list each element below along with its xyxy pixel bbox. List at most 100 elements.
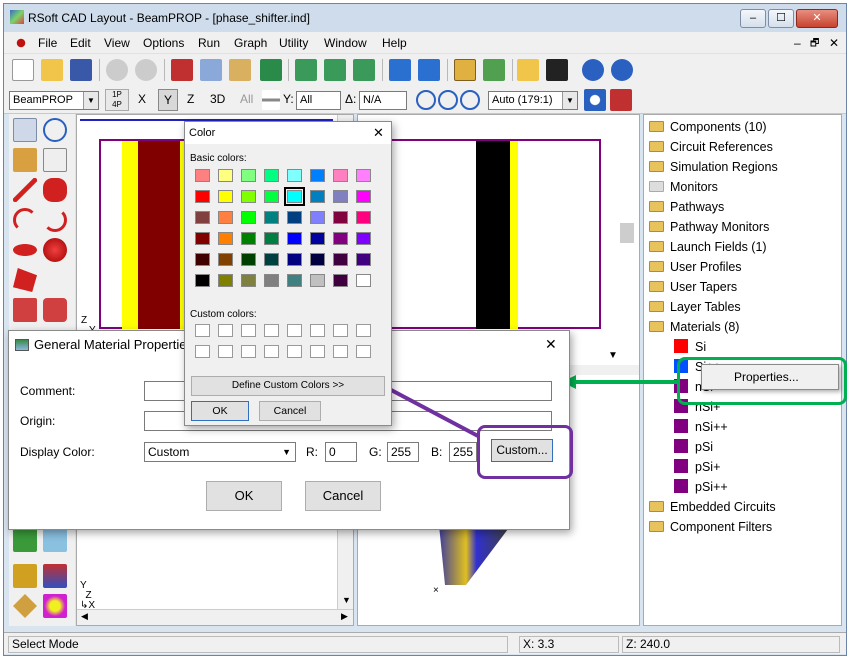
view-x-button[interactable]: X [138,92,146,106]
align-icon[interactable] [389,59,411,81]
b-input[interactable]: 255 [449,442,477,462]
color-swatch[interactable] [264,274,279,287]
close-icon[interactable]: ✕ [545,336,557,353]
tree-material-item[interactable]: pSi++ [674,478,728,496]
menu-utility[interactable]: Utility [279,36,308,50]
windows-icon[interactable] [483,59,505,81]
view-3d-button[interactable]: 3D [210,92,225,106]
sphere-tool-icon[interactable] [43,238,67,262]
color-swatch[interactable] [356,253,371,266]
color-swatch[interactable] [310,253,325,266]
custom-color-swatch[interactable] [356,345,371,358]
tree-item[interactable]: Embedded Circuits [649,498,776,516]
color-swatch[interactable] [333,211,348,224]
color-swatch[interactable] [241,169,256,182]
edit-tool-icon[interactable] [13,148,37,172]
tree-material-item[interactable]: pSi [674,438,713,456]
hierarchy-icon[interactable] [610,89,632,111]
color-swatch[interactable] [241,274,256,287]
flip-icon[interactable] [324,59,346,81]
program-select[interactable]: BeamPROP ▼ [9,91,99,110]
tree-item[interactable]: Component Filters [649,518,772,536]
custom-color-swatch[interactable] [195,324,210,337]
color-swatch[interactable] [264,169,279,182]
tree-item[interactable]: Circuit References [649,138,773,156]
custom-color-swatch[interactable] [333,324,348,337]
tree-item[interactable]: Layer Tables [649,298,741,316]
tree-item[interactable]: Launch Fields (1) [649,238,767,256]
scroll-down-icon[interactable]: ▼ [608,350,618,361]
color-swatch[interactable] [333,274,348,287]
zoom-fit-icon[interactable] [460,90,480,110]
folder-icon[interactable] [517,59,539,81]
custom-color-swatch[interactable] [218,345,233,358]
custom-color-swatch[interactable] [241,345,256,358]
mdi-minimize-button[interactable]: ‒ [794,36,801,50]
color-swatch[interactable] [310,211,325,224]
zoom-select[interactable]: Auto (179:1) ▼ [488,91,578,110]
color-swatch[interactable] [356,211,371,224]
group-icon[interactable] [260,59,282,81]
plot-mode-button[interactable]: 1P 4P [105,89,129,111]
color-swatch[interactable] [287,169,302,182]
refresh-icon[interactable] [584,89,606,111]
color-swatch[interactable] [310,274,325,287]
mdi-close-button[interactable]: ✕ [829,36,839,50]
color-swatch[interactable] [264,253,279,266]
help-sim-icon[interactable] [611,59,633,81]
color-swatch[interactable] [287,274,302,287]
menu-edit[interactable]: Edit [70,36,91,50]
help-cad-icon[interactable] [582,59,604,81]
menu-options[interactable]: Options [143,36,184,50]
color-swatch[interactable] [195,232,210,245]
save-icon[interactable] [70,59,92,81]
tree-item[interactable]: Pathway Monitors [649,218,769,236]
profile-icon[interactable] [43,564,67,588]
color-cancel-button[interactable]: Cancel [259,401,321,421]
mode-icon[interactable] [43,594,67,618]
color-swatch[interactable] [333,232,348,245]
maximize-button[interactable]: ☐ [768,9,794,28]
color-swatch[interactable] [287,232,302,245]
color-swatch[interactable] [218,190,233,203]
color-swatch[interactable] [218,232,233,245]
paste-icon[interactable] [229,59,251,81]
view-y-button[interactable]: Y [158,89,178,111]
tree-material-item[interactable]: Si [674,338,706,356]
tree-item[interactable]: User Profiles [649,258,742,276]
color-swatch[interactable] [218,274,233,287]
mdi-restore-button[interactable]: 🗗 [810,36,819,53]
distribute-icon[interactable] [418,59,440,81]
color-swatch[interactable] [310,169,325,182]
cancel-button[interactable]: Cancel [305,481,381,511]
array-tool-icon[interactable] [43,298,67,322]
taper-tool-icon[interactable] [13,298,37,322]
copy-icon[interactable] [200,59,222,81]
arc-tool-icon[interactable] [13,208,37,232]
launch-tool-icon[interactable] [43,528,67,552]
new-file-icon[interactable] [12,59,34,81]
tree-item[interactable]: Materials (8) [649,318,739,336]
select-arrow-icon[interactable] [13,118,37,142]
minimize-button[interactable]: ‒ [740,9,766,28]
color-swatch[interactable] [218,253,233,266]
color-swatch[interactable] [195,169,210,182]
scroll-left-icon[interactable]: ◀ [81,611,88,622]
zoom-in-icon[interactable] [416,90,436,110]
menu-graph[interactable]: Graph [234,36,267,50]
color-swatch[interactable] [195,190,210,203]
redo-icon[interactable] [135,59,157,81]
color-swatch[interactable] [333,190,348,203]
color-swatch[interactable] [241,211,256,224]
color-swatch[interactable] [241,232,256,245]
ok-button[interactable]: OK [206,481,282,511]
close-icon[interactable]: ✕ [373,125,384,141]
tree-item[interactable]: Pathways [649,198,724,216]
calculator-icon[interactable] [454,59,476,81]
color-swatch[interactable] [287,253,302,266]
delta-input[interactable]: N/A [359,91,407,110]
zoom-out-icon[interactable] [438,90,458,110]
color-swatch[interactable] [195,274,210,287]
menu-view[interactable]: View [104,36,130,50]
color-swatch[interactable] [356,274,371,287]
